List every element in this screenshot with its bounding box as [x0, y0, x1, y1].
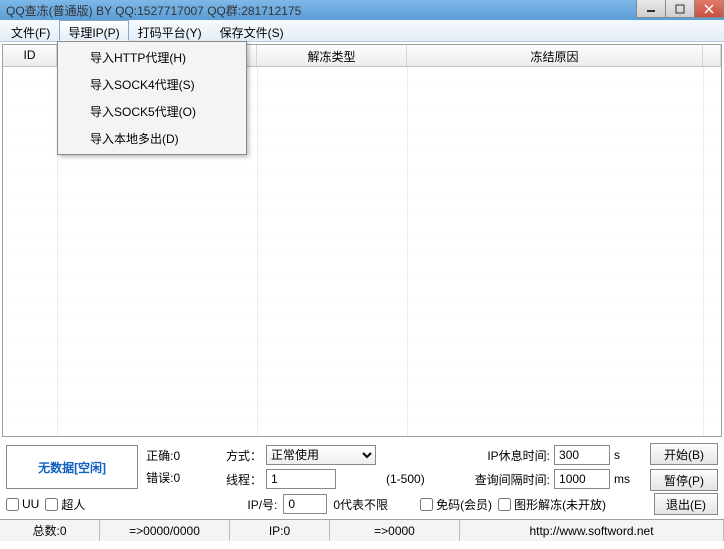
window-title: QQ查冻(普通版) BY QQ:1527717007 QQ群:281712175: [6, 2, 724, 19]
graphic-checkbox[interactable]: 图形解冻(未开放): [498, 496, 606, 513]
graphic-check-input[interactable]: [498, 498, 511, 511]
import-sock4-proxy[interactable]: 导入SOCK4代理(S): [60, 71, 244, 98]
titlebar: QQ查冻(普通版) BY QQ:1527717007 QQ群:281712175: [0, 0, 724, 20]
mode-select[interactable]: 正常使用: [266, 445, 376, 465]
menu-save-file[interactable]: 保存文件(S): [211, 20, 293, 41]
superman-checkbox[interactable]: 超人: [45, 496, 85, 513]
col-id[interactable]: ID: [3, 45, 57, 66]
uu-check-input[interactable]: [6, 498, 19, 511]
status-arrow: =>0000: [330, 520, 460, 541]
ipno-hint: 0代表不限: [333, 496, 388, 513]
thread-label: 线程：: [218, 471, 266, 488]
menubar: 文件(F) 导理IP(P) 打码平台(Y) 保存文件(S): [0, 20, 724, 42]
freecode-checkbox[interactable]: 免码(会员): [420, 496, 492, 513]
status-url: http://www.softword.net: [460, 520, 724, 541]
close-button[interactable]: [694, 0, 724, 18]
correct-count: 正确:0: [146, 445, 218, 467]
col-freeze-reason[interactable]: 冻结原因: [407, 45, 703, 66]
iprest-input[interactable]: [554, 445, 610, 465]
col-unfreeze-type[interactable]: 解冻类型: [257, 45, 407, 66]
interval-unit: ms: [614, 472, 644, 486]
menu-file[interactable]: 文件(F): [2, 20, 59, 41]
ipno-input[interactable]: [283, 494, 327, 514]
superman-check-input[interactable]: [45, 498, 58, 511]
import-http-proxy[interactable]: 导入HTTP代理(H): [60, 44, 244, 71]
minimize-button[interactable]: [636, 0, 666, 18]
status-progress: =>0000/0000: [100, 520, 230, 541]
fields-grid: 方式： 正常使用 IP休息时间: s 线程： (1-500) 查询间隔时间: m…: [218, 445, 644, 489]
start-button[interactable]: 开始(B): [650, 443, 718, 465]
maximize-button[interactable]: [665, 0, 695, 18]
thread-range: (1-500): [386, 472, 466, 486]
status-total: 总数:0: [0, 520, 100, 541]
freecode-check-input[interactable]: [420, 498, 433, 511]
mode-label: 方式：: [218, 447, 266, 464]
iprest-unit: s: [614, 448, 644, 462]
thread-input[interactable]: [266, 469, 336, 489]
statusbar: 总数:0 =>0000/0000 IP:0 =>0000 http://www.…: [0, 519, 724, 541]
action-buttons: 开始(B) 暂停(P): [650, 443, 718, 491]
import-local-extra[interactable]: 导入本地多出(D): [60, 125, 244, 152]
status-panel: 无数据[空闲]: [6, 445, 138, 489]
error-count: 错误:0: [146, 467, 218, 489]
menu-platform[interactable]: 打码平台(Y): [129, 20, 211, 41]
controls-panel: 无数据[空闲] 正确:0 错误:0 方式： 正常使用 IP休息时间: s 线程：…: [0, 439, 724, 519]
stats-block: 正确:0 错误:0: [146, 445, 218, 489]
status-ip: IP:0: [230, 520, 330, 541]
exit-button[interactable]: 退出(E): [654, 493, 718, 515]
iprest-label: IP休息时间:: [466, 447, 554, 464]
import-sock5-proxy[interactable]: 导入SOCK5代理(O): [60, 98, 244, 125]
menu-proxy-ip[interactable]: 导理IP(P): [59, 20, 128, 41]
proxy-dropdown: 导入HTTP代理(H) 导入SOCK4代理(S) 导入SOCK5代理(O) 导入…: [57, 41, 247, 155]
col-extra[interactable]: [703, 45, 721, 66]
uu-checkbox[interactable]: UU: [6, 497, 39, 511]
interval-input[interactable]: [554, 469, 610, 489]
window-buttons: [637, 0, 724, 18]
interval-label: 查询间隔时间:: [466, 471, 554, 488]
ipno-label: IP/号:: [247, 496, 277, 513]
pause-button[interactable]: 暂停(P): [650, 469, 718, 491]
